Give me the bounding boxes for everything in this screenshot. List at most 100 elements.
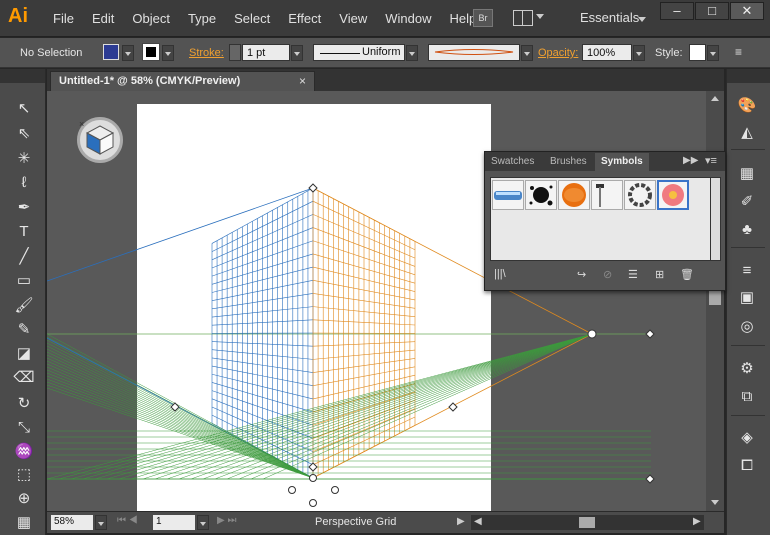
scroll-up-icon[interactable]	[711, 96, 719, 101]
stroke-dropdown[interactable]	[162, 45, 174, 61]
gradient-panel-icon[interactable]: ▣	[736, 288, 758, 308]
magic-wand-tool-icon[interactable]: ✳	[13, 149, 35, 169]
tab-swatches[interactable]: Swatches	[485, 153, 540, 171]
right-plane-handle[interactable]	[331, 486, 339, 494]
ground-level-handle[interactable]	[309, 474, 317, 482]
warp-tool-icon[interactable]: ♒	[13, 442, 35, 462]
place-symbol-icon[interactable]: ↪	[577, 268, 586, 281]
scroll-thumb[interactable]	[579, 517, 595, 528]
appearance-panel-icon[interactable]: ⚙	[736, 359, 758, 379]
perspective-grid-tool-icon[interactable]: ▦	[13, 513, 35, 533]
layers-panel-icon[interactable]: ◈	[736, 428, 758, 448]
fill-swatch[interactable]	[103, 44, 119, 60]
opacity-field[interactable]: 100%	[582, 44, 632, 61]
workspace-switcher[interactable]: Essentials	[580, 10, 639, 25]
graphic-styles-panel-icon[interactable]: ⧉	[736, 387, 758, 407]
rotate-tool-icon[interactable]: ↻	[13, 394, 35, 414]
style-dropdown[interactable]	[707, 45, 719, 61]
stroke-label[interactable]: Stroke:	[189, 47, 224, 59]
panel-menu-icon[interactable]: ≡	[735, 45, 742, 59]
dock-header[interactable]	[727, 69, 770, 83]
document-tab[interactable]: Untitled-1* @ 58% (CMYK/Preview) ×	[50, 71, 315, 91]
first-page-icon[interactable]: ⏮ ◀	[117, 515, 138, 526]
panel-scrollbar[interactable]	[710, 177, 721, 261]
symbol-chain-ring[interactable]	[624, 180, 656, 210]
graphic-style-swatch[interactable]	[689, 44, 706, 61]
tools-panel-header[interactable]	[0, 69, 45, 83]
maximize-button[interactable]: □	[695, 2, 729, 20]
menu-object[interactable]: Object	[123, 11, 179, 26]
panel-menu-icon[interactable]: ▾≡	[705, 154, 717, 167]
swatches-panel-icon[interactable]: ▦	[736, 164, 758, 184]
menu-select[interactable]: Select	[225, 11, 279, 26]
vanishing-point-handle[interactable]	[587, 329, 597, 339]
symbol-splatter[interactable]	[525, 180, 557, 210]
arrange-documents-button[interactable]	[513, 9, 545, 27]
type-tool-icon[interactable]: T	[13, 222, 35, 242]
brush-definition[interactable]	[428, 44, 520, 61]
new-symbol-icon[interactable]: ⊞	[655, 268, 664, 281]
stroke-weight-dropdown[interactable]	[291, 45, 303, 61]
shape-builder-tool-icon[interactable]: ⊕	[13, 489, 35, 509]
profile-dropdown[interactable]	[406, 45, 418, 61]
brushes-panel-icon[interactable]: ✐	[736, 192, 758, 212]
menu-type[interactable]: Type	[179, 11, 225, 26]
break-link-icon[interactable]: ⊘	[603, 268, 612, 281]
opacity-label[interactable]: Opacity:	[538, 47, 578, 59]
stroke-weight-stepper[interactable]	[229, 44, 241, 61]
color-panel-icon[interactable]: 🎨	[736, 96, 758, 116]
free-transform-tool-icon[interactable]: ⬚	[13, 465, 35, 485]
grid-cell-size-handle[interactable]	[308, 462, 318, 472]
horizon-level-handle[interactable]	[645, 329, 655, 339]
close-window-button[interactable]: ✕	[730, 2, 764, 20]
opacity-dropdown[interactable]	[633, 45, 645, 61]
color-guide-icon[interactable]: ◭	[736, 123, 758, 143]
zoom-level-field[interactable]: 58%	[51, 515, 93, 530]
paintbrush-tool-icon[interactable]: 🖌	[13, 296, 35, 316]
horizontal-plane-handle[interactable]	[309, 499, 317, 507]
brush-dropdown[interactable]	[521, 45, 533, 61]
zoom-dropdown[interactable]	[95, 515, 107, 530]
menu-window[interactable]: Window	[376, 11, 440, 26]
eraser-tool-icon[interactable]: ⌫	[13, 368, 35, 388]
artboards-panel-icon[interactable]: ⧠	[736, 456, 758, 476]
symbol-blue-bar[interactable]	[492, 180, 524, 210]
transparency-panel-icon[interactable]: ◎	[736, 317, 758, 337]
delete-symbol-icon[interactable]: 🗑	[680, 268, 694, 281]
rectangle-tool-icon[interactable]: ▭	[13, 271, 35, 291]
symbol-hammer[interactable]	[591, 180, 623, 210]
bridge-button[interactable]: Br	[473, 9, 493, 27]
menu-edit[interactable]: Edit	[83, 11, 123, 26]
symbol-options-icon[interactable]: ☰	[628, 268, 638, 281]
blob-brush-tool-icon[interactable]: ◪	[13, 344, 35, 364]
pen-tool-icon[interactable]: ✒	[13, 198, 35, 218]
selection-tool-icon[interactable]: ↖	[13, 99, 35, 119]
menu-file[interactable]: File	[44, 11, 83, 26]
menu-view[interactable]: View	[330, 11, 376, 26]
last-page-icon[interactable]: ▶ ⏭	[217, 515, 236, 526]
scroll-down-icon[interactable]	[711, 500, 719, 505]
ground-level-extent-handle[interactable]	[645, 474, 655, 484]
scale-tool-icon[interactable]: ⤡	[13, 418, 35, 438]
close-widget-icon[interactable]: ×	[79, 119, 84, 129]
lasso-tool-icon[interactable]: ℓ	[13, 173, 35, 193]
stroke-panel-icon[interactable]: ≡	[736, 261, 758, 281]
variable-width-profile[interactable]: Uniform	[313, 44, 405, 61]
pencil-tool-icon[interactable]: ✎	[13, 320, 35, 340]
symbol-library-icon[interactable]: |||\	[494, 268, 506, 280]
direct-selection-tool-icon[interactable]: ⇖	[13, 124, 35, 144]
current-tool-status[interactable]: Perspective Grid	[315, 516, 396, 528]
artboard-dropdown[interactable]	[197, 515, 209, 530]
vertical-grid-extent-handle[interactable]	[308, 183, 318, 193]
left-plane-handle[interactable]	[288, 486, 296, 494]
stroke-weight-field[interactable]: 1 pt	[242, 44, 290, 61]
chevron-down-icon[interactable]	[638, 17, 646, 22]
symbol-orange-ball[interactable]	[558, 180, 590, 210]
tab-symbols[interactable]: Symbols	[595, 153, 649, 171]
tab-brushes[interactable]: Brushes	[544, 153, 593, 171]
stroke-swatch[interactable]	[142, 43, 160, 61]
artboard-number-field[interactable]: 1	[153, 515, 195, 530]
line-tool-icon[interactable]: ╱	[13, 247, 35, 267]
close-document-icon[interactable]: ×	[299, 74, 306, 88]
menu-effect[interactable]: Effect	[279, 11, 330, 26]
